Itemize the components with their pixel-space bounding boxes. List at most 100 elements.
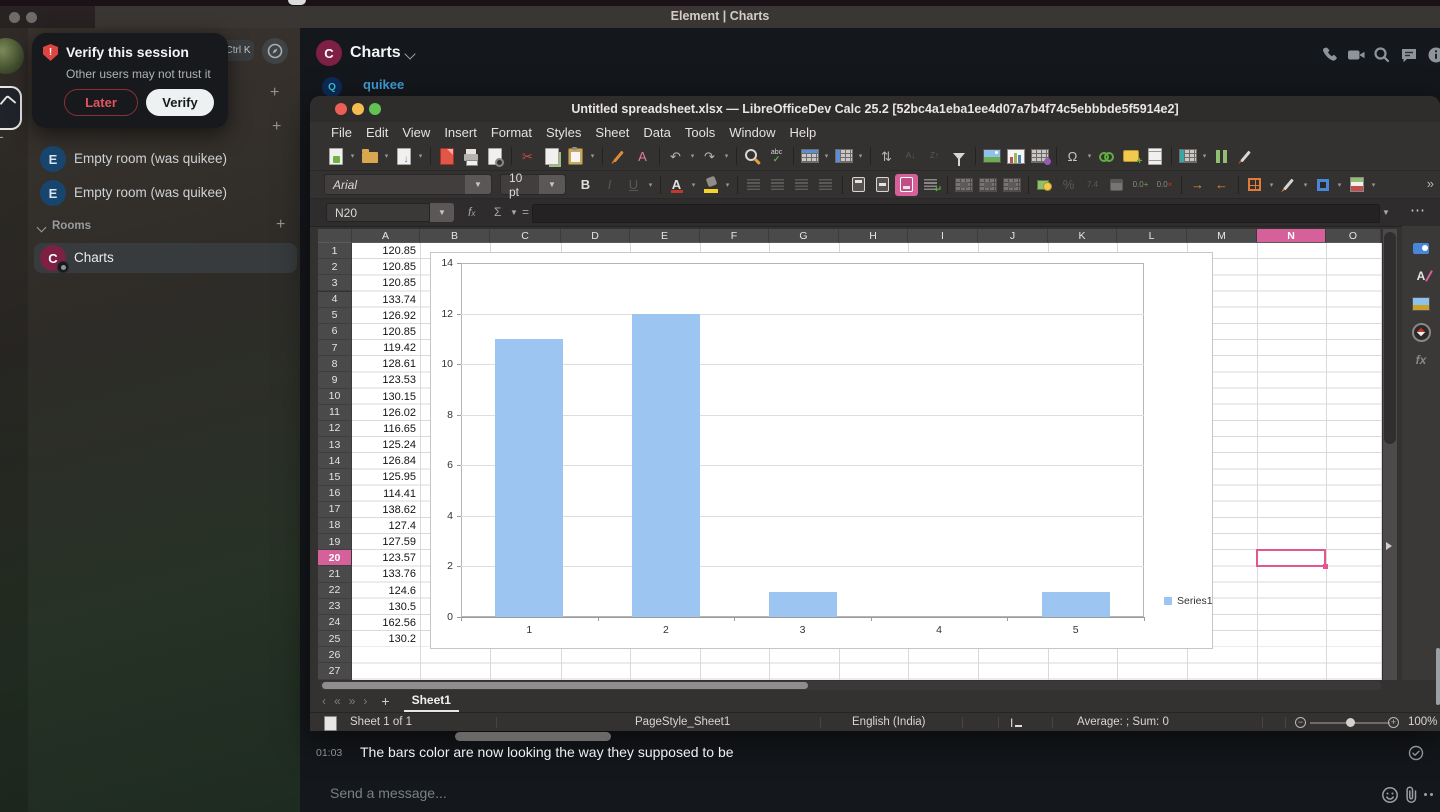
sidebar-functions-button[interactable]: fx [1411,350,1431,370]
row-header-27[interactable]: 27 [318,663,352,680]
formula-input[interactable] [532,204,1380,223]
average-sum-status[interactable]: Average: ; Sum: 0 [1077,716,1169,728]
highlighting-color-dropdown[interactable]: ▾ [723,181,732,189]
unmerge-cells-button[interactable] [1000,174,1023,196]
align-center-button[interactable] [766,174,789,196]
add-space-button[interactable]: + [0,128,4,148]
row-dropdown[interactable]: ▾ [822,152,831,160]
video-call-button[interactable] [1346,45,1366,65]
cell-A20[interactable]: 123.57 [352,552,416,564]
sidebar-collapse-arrow[interactable] [1386,542,1396,550]
row-header-10[interactable]: 10 [318,388,352,405]
row-header-24[interactable]: 24 [318,614,352,632]
explore-rooms-button[interactable] [262,38,288,64]
column-header-E[interactable]: E [630,229,700,243]
verify-button[interactable]: Verify [146,89,214,116]
sort-descending-button[interactable]: Z↑ [923,145,946,167]
emoji-button[interactable] [1381,786,1399,804]
merge-cells-button[interactable] [976,174,999,196]
open-dropdown[interactable]: ▾ [382,152,391,160]
sidebar-styles-button[interactable]: A [1411,266,1431,286]
column-header-B[interactable]: B [420,229,490,243]
border-color-dropdown[interactable]: ▾ [1335,181,1344,189]
menu-data[interactable]: Data [636,125,677,140]
insert-mode-icon[interactable]: I [1010,716,1022,730]
align-bottom-button[interactable] [895,173,918,196]
insert-comment-button[interactable] [1119,145,1142,167]
threads-button[interactable] [1399,45,1419,65]
print-preview-button[interactable] [483,145,506,167]
save-dropdown[interactable]: ▾ [416,152,425,160]
save-button[interactable] [392,145,415,167]
column-header-G[interactable]: G [769,229,839,243]
cell-A7[interactable]: 119.42 [352,342,416,354]
row-header-20[interactable]: 20 [318,550,352,567]
cell-A1[interactable]: 120.85 [352,245,416,257]
font-size-dropdown[interactable]: ▼ [539,175,565,194]
show-draw-functions-button[interactable] [1234,145,1257,167]
font-name-dropdown[interactable]: ▼ [465,175,491,194]
italic-button[interactable]: I [598,174,621,196]
headers-and-footers-button[interactable] [1143,145,1166,167]
equals-icon[interactable]: = [522,205,529,219]
sidebar-gallery-button[interactable] [1411,294,1431,314]
row-header-17[interactable]: 17 [318,501,352,518]
column-header-D[interactable]: D [561,229,630,243]
font-size-combo[interactable]: 10 pt ▼ [500,171,566,199]
underline-dropdown[interactable]: ▾ [646,181,655,189]
column-header-A[interactable]: A [352,229,420,243]
row-header-13[interactable]: 13 [318,437,352,454]
format-as-date-button[interactable] [1105,174,1128,196]
cell-A6[interactable]: 120.85 [352,326,416,338]
decrease-indent-button[interactable]: ← [1210,174,1233,196]
row-header-12[interactable]: 12 [318,420,352,438]
voice-call-button[interactable] [1319,45,1339,65]
cell-A22[interactable]: 124.6 [352,585,416,597]
redo-button[interactable]: ↷ [698,145,721,167]
menu-edit[interactable]: Edit [359,125,395,140]
zoom-slider-thumb[interactable] [1346,718,1355,727]
room-list-item-selected[interactable]: C Charts [34,243,297,273]
format-as-currency-button[interactable] [1033,174,1056,196]
border-style-dropdown[interactable]: ▾ [1301,181,1310,189]
find-and-replace-button[interactable] [741,145,764,167]
export-pdf-button[interactable] [435,145,458,167]
toolbar-overflow-button[interactable]: » [1427,176,1434,191]
row-header-16[interactable]: 16 [318,485,352,502]
cut-button[interactable]: ✂ [516,145,539,167]
row-header-2[interactable]: 2 [318,259,352,276]
column-header-J[interactable]: J [978,229,1048,243]
menu-view[interactable]: View [395,125,437,140]
zoom-out-button[interactable]: − [1295,717,1306,728]
print-button[interactable] [459,145,482,167]
sum-dropdown-icon[interactable]: ▼ [510,208,518,217]
increase-indent-button[interactable]: → [1186,174,1209,196]
cell-A2[interactable]: 120.85 [352,261,416,273]
room-info-button[interactable] [1426,45,1440,65]
insert-special-character-button[interactable]: Ω [1061,145,1084,167]
add-section-button[interactable]: + [270,84,279,102]
later-button[interactable]: Later [64,89,138,116]
name-box[interactable]: N20 [326,203,430,222]
add-sheet-button[interactable]: + [381,693,389,709]
selected-cell-N20[interactable] [1256,549,1328,569]
delete-decimal-place-button[interactable]: 0.0 [1153,174,1176,196]
sender-display-name[interactable]: quikee [363,77,404,92]
vertical-scrollbar[interactable] [1383,229,1397,680]
align-right-button[interactable] [790,174,813,196]
pivot-table-button[interactable] [1028,145,1051,167]
add-room-to-section-button[interactable]: + [276,216,285,234]
sum-icon[interactable]: Σ [494,205,501,219]
row-header-7[interactable]: 7 [318,340,352,357]
column-header-K[interactable]: K [1048,229,1117,243]
row-header-9[interactable]: 9 [318,372,352,389]
new-spreadsheet-dropdown[interactable]: ▾ [348,152,357,160]
column-header-I[interactable]: I [908,229,978,243]
row-header-14[interactable]: 14 [318,453,352,470]
search-button[interactable] [1372,45,1392,65]
open-button[interactable] [358,145,381,167]
home-space-button[interactable] [0,86,22,130]
column-header-H[interactable]: H [839,229,908,243]
expand-formula-bar-icon[interactable]: ▼ [1382,208,1390,217]
borders-button[interactable] [1243,174,1266,196]
